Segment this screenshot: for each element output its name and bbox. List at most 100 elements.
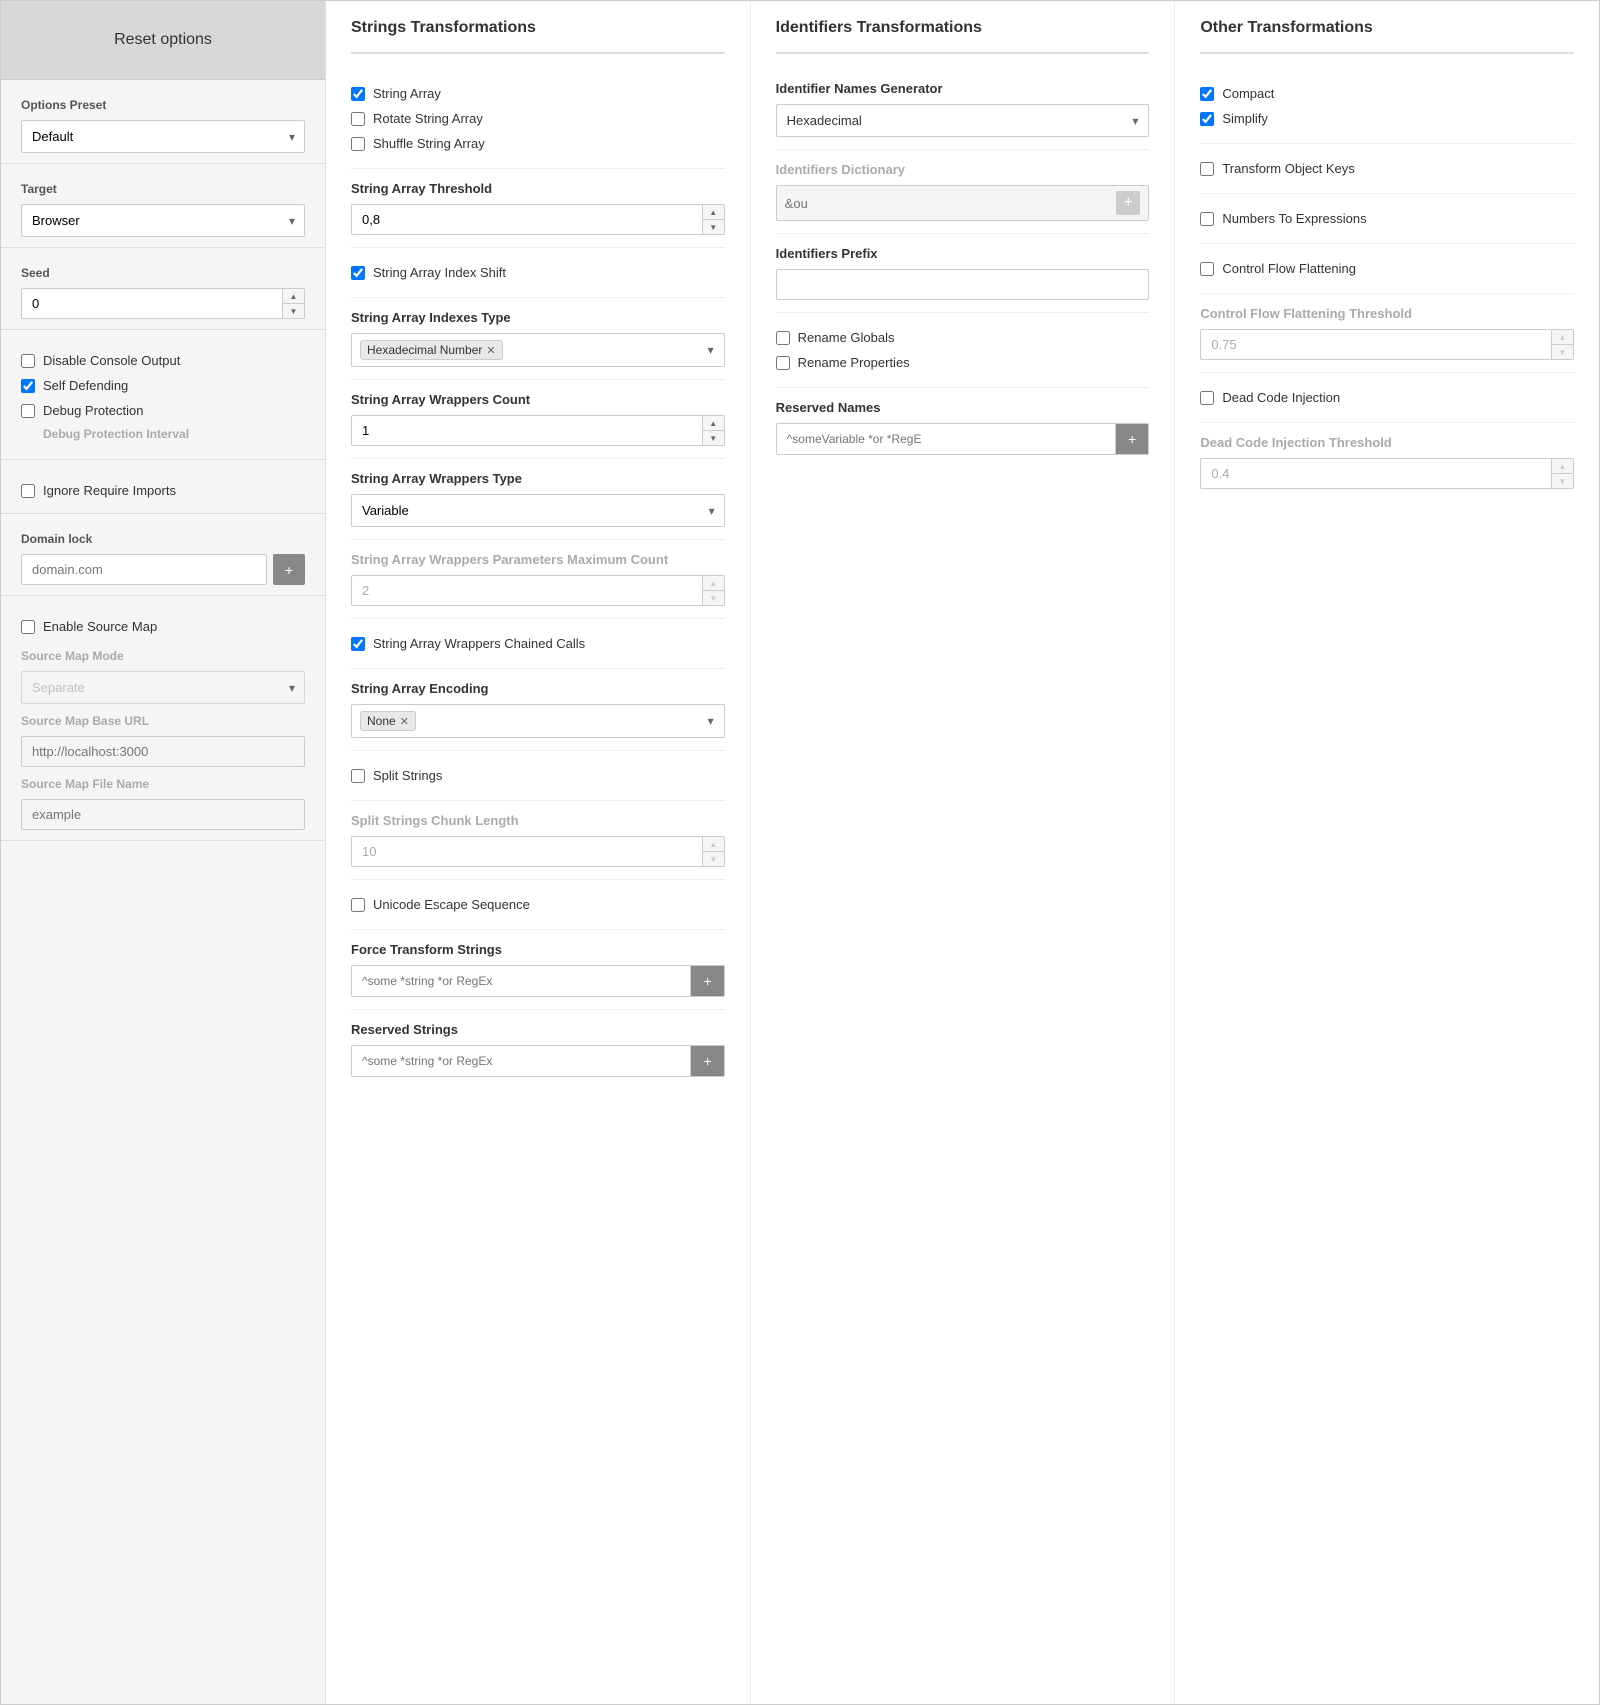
rename-properties-checkbox[interactable] [776,356,790,370]
rotate-string-array-row[interactable]: Rotate String Array [351,106,725,131]
none-encoding-tag-remove[interactable]: ✕ [400,715,409,728]
rotate-string-array-checkbox[interactable] [351,112,365,126]
shuffle-string-array-row[interactable]: Shuffle String Array [351,131,725,156]
chunk-length-increment-button[interactable]: ▲ [703,837,724,852]
control-flow-flattening-checkbox[interactable] [1200,262,1214,276]
options-preset-select[interactable]: Default [21,120,305,153]
cff-threshold-decrement-button[interactable]: ▼ [1552,345,1573,359]
hexadecimal-number-tag: Hexadecimal Number ✕ [360,340,503,360]
string-array-encoding-dropdown[interactable]: None ✕ [351,704,725,738]
identifiers-prefix-input[interactable] [776,269,1150,300]
dead-code-injection-threshold-input[interactable] [1201,459,1551,488]
split-strings-checkbox[interactable] [351,769,365,783]
wrappers-count-increment-button[interactable]: ▲ [703,416,724,431]
reserved-names-add-button[interactable]: + [1115,424,1148,454]
wrappers-count-decrement-button[interactable]: ▼ [703,431,724,445]
self-defending-row[interactable]: Self Defending [21,373,305,398]
string-array-wrappers-chained-calls-checkbox[interactable] [351,637,365,651]
debug-protection-row[interactable]: Debug Protection [21,398,305,423]
enable-source-map-row[interactable]: Enable Source Map [21,614,305,639]
self-defending-checkbox[interactable] [21,379,35,393]
disable-console-checkbox[interactable] [21,354,35,368]
control-flow-flattening-row[interactable]: Control Flow Flattening [1200,256,1574,281]
reserved-names-input[interactable] [777,424,1115,454]
reserved-strings-add-button[interactable]: + [690,1046,723,1076]
identifier-names-generator-value: Hexadecimal [787,113,862,128]
shuffle-string-array-checkbox[interactable] [351,137,365,151]
sidebar: Reset options Options Preset Default Tar… [1,1,326,1704]
cff-threshold-increment-button[interactable]: ▲ [1552,330,1573,345]
app-container: Reset options Options Preset Default Tar… [0,0,1600,1705]
domain-lock-input[interactable] [21,554,267,585]
source-map-file-name-input[interactable] [21,799,305,830]
domain-lock-section: Domain lock + [1,514,325,596]
numbers-to-expressions-checkbox[interactable] [1200,212,1214,226]
identifier-names-generator-dropdown[interactable]: Hexadecimal [776,104,1150,137]
unicode-escape-sequence-checkbox[interactable] [351,898,365,912]
transform-object-keys-checkbox[interactable] [1200,162,1214,176]
target-select[interactable]: Browser [21,204,305,237]
force-transform-strings-input[interactable] [352,966,690,996]
params-increment-button[interactable]: ▲ [703,576,724,591]
identifiers-dictionary-input[interactable] [785,196,1111,211]
threshold-decrement-button[interactable]: ▼ [703,220,724,234]
force-transform-strings-add-button[interactable]: + [690,966,723,996]
string-array-row[interactable]: String Array [351,81,725,106]
rename-properties-row[interactable]: Rename Properties [776,350,1150,375]
dead-code-injection-row[interactable]: Dead Code Injection [1200,385,1574,410]
rename-globals-row[interactable]: Rename Globals [776,325,1150,350]
simplify-row[interactable]: Simplify [1200,106,1574,131]
numbers-to-expressions-row[interactable]: Numbers To Expressions [1200,206,1574,231]
options-preset-select-wrapper[interactable]: Default [21,120,305,153]
dci-threshold-decrement-button[interactable]: ▼ [1552,474,1573,488]
unicode-escape-sequence-row[interactable]: Unicode Escape Sequence [351,892,725,917]
debug-protection-checkbox[interactable] [21,404,35,418]
ignore-require-row[interactable]: Ignore Require Imports [21,478,305,503]
string-array-wrappers-params-input[interactable] [352,576,702,605]
seed-decrement-button[interactable]: ▼ [283,304,304,318]
reserved-strings-input[interactable] [352,1046,690,1076]
dead-code-injection-threshold-label: Dead Code Injection Threshold [1200,435,1574,450]
control-flow-flattening-section: Control Flow Flattening [1200,244,1574,294]
ignore-require-checkbox[interactable] [21,484,35,498]
source-map-mode-select-wrapper[interactable]: Separate [21,671,305,704]
source-map-mode-select[interactable]: Separate [21,671,305,704]
enable-source-map-checkbox[interactable] [21,620,35,634]
compact-row[interactable]: Compact [1200,81,1574,106]
string-array-threshold-input[interactable] [352,205,702,234]
string-array-wrappers-chained-calls-row[interactable]: String Array Wrappers Chained Calls [351,631,725,656]
dci-threshold-increment-button[interactable]: ▲ [1552,459,1573,474]
string-array-wrappers-count-input[interactable] [352,416,702,445]
target-section: Target Browser [1,164,325,248]
target-label: Target [21,182,305,196]
string-array-checkbox[interactable] [351,87,365,101]
seed-input[interactable] [22,289,282,318]
transform-object-keys-row[interactable]: Transform Object Keys [1200,156,1574,181]
string-array-threshold-label: String Array Threshold [351,181,725,196]
split-strings-row[interactable]: Split Strings [351,763,725,788]
string-array-wrappers-type-select-wrapper[interactable]: Variable Function [351,494,725,527]
string-array-wrappers-count-label: String Array Wrappers Count [351,392,725,407]
string-array-index-shift-checkbox[interactable] [351,266,365,280]
reset-options-button[interactable]: Reset options [1,1,325,80]
string-array-index-shift-row[interactable]: String Array Index Shift [351,260,725,285]
hexadecimal-number-tag-remove[interactable]: ✕ [486,344,495,357]
dead-code-injection-checkbox[interactable] [1200,391,1214,405]
split-strings-chunk-length-section: Split Strings Chunk Length ▲ ▼ [351,801,725,880]
string-array-wrappers-type-select[interactable]: Variable Function [351,494,725,527]
target-select-wrapper[interactable]: Browser [21,204,305,237]
split-strings-chunk-length-input[interactable] [352,837,702,866]
seed-increment-button[interactable]: ▲ [283,289,304,304]
threshold-increment-button[interactable]: ▲ [703,205,724,220]
simplify-checkbox[interactable] [1200,112,1214,126]
chunk-length-decrement-button[interactable]: ▼ [703,852,724,866]
rename-properties-label: Rename Properties [798,355,910,370]
compact-checkbox[interactable] [1200,87,1214,101]
source-map-base-url-input[interactable] [21,736,305,767]
disable-console-row[interactable]: Disable Console Output [21,348,305,373]
control-flow-flattening-threshold-input[interactable] [1201,330,1551,359]
string-array-indexes-type-dropdown[interactable]: Hexadecimal Number ✕ [351,333,725,367]
rename-globals-checkbox[interactable] [776,331,790,345]
domain-lock-add-button[interactable]: + [273,554,305,585]
params-decrement-button[interactable]: ▼ [703,591,724,605]
